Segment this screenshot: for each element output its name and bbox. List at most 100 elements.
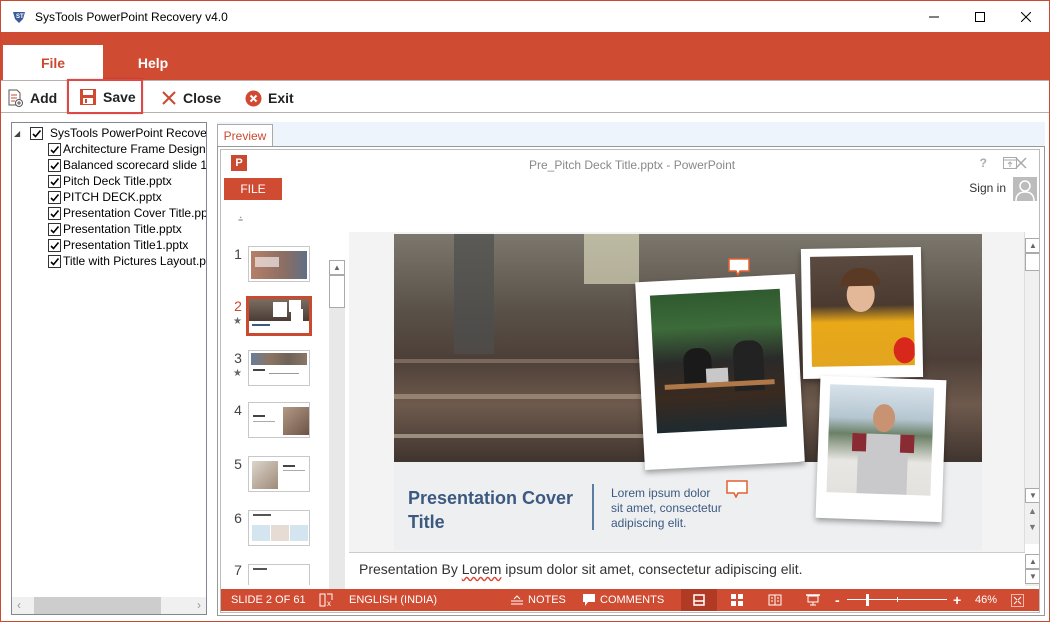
zoom-level[interactable]: 46%	[975, 589, 997, 611]
slideshow-icon	[806, 594, 820, 606]
thumbnail-scrollbar[interactable]: ▲ ▼	[329, 260, 345, 610]
ppt-file-button[interactable]: FILE	[224, 178, 282, 200]
slide-thumbnail-4[interactable]	[248, 402, 310, 438]
slide-sorter-icon	[731, 594, 743, 606]
comments-button[interactable]: COMMENTS	[583, 589, 664, 611]
slide-body-line: sit amet, consectetur	[611, 501, 722, 515]
slide-thumbnail-3[interactable]	[248, 350, 310, 386]
slide-title: Presentation Cover Title	[408, 486, 573, 534]
slide-thumbnail-2[interactable]	[246, 296, 312, 336]
minimize-icon	[929, 16, 939, 17]
language-indicator[interactable]: ENGLISH (INDIA)	[349, 589, 437, 611]
add-button[interactable]: Add	[6, 83, 57, 113]
slide-sorter-button[interactable]	[719, 589, 755, 611]
tree-item-checkbox[interactable]	[48, 190, 61, 204]
comments-icon	[583, 594, 595, 606]
tree-item[interactable]: Pitch Deck Title.pptx	[48, 173, 172, 189]
normal-view-button[interactable]	[681, 589, 717, 611]
tree-item-checkbox[interactable]	[48, 158, 61, 172]
scrollbar-thumb[interactable]	[329, 275, 345, 308]
tree-item[interactable]: Presentation Title1.pptx	[48, 237, 188, 253]
help-icon[interactable]: ?	[980, 156, 987, 170]
slide-thumbnail-7[interactable]	[248, 564, 310, 585]
reading-view-button[interactable]	[757, 589, 793, 611]
tree-item[interactable]: Balanced scorecard slide 1.	[48, 157, 206, 173]
close-file-button[interactable]: Close	[161, 83, 221, 113]
tree-horizontal-scrollbar[interactable]: ‹ ›	[12, 597, 206, 614]
tree-root-checkbox[interactable]	[30, 126, 43, 140]
exit-button[interactable]: Exit	[245, 83, 294, 113]
tree-item-checkbox[interactable]	[48, 254, 61, 268]
scroll-up-icon[interactable]: ▲	[329, 260, 345, 275]
current-slide[interactable]: Presentation Cover Title Lorem ipsum dol…	[394, 234, 982, 550]
scroll-down-icon[interactable]: ▼	[1025, 569, 1039, 584]
slide-scrollbar[interactable]: ▲ ▼ ▲ ▼	[1025, 238, 1039, 544]
menu-tab-file[interactable]: File	[3, 45, 103, 80]
scroll-up-icon[interactable]: ▲	[1025, 554, 1039, 569]
notes-scrollbar[interactable]: ▲ ▼	[1025, 554, 1039, 586]
close-icon	[1021, 11, 1031, 22]
sign-in-link[interactable]: Sign in	[969, 181, 1006, 195]
svg-text:ST: ST	[16, 14, 24, 20]
woman-photo	[810, 255, 915, 367]
user-avatar-icon[interactable]	[1013, 177, 1037, 201]
comment-marker-icon[interactable]	[726, 480, 748, 498]
speaker-notes[interactable]: Presentation By Lorem ipsum dolor sit am…	[349, 552, 1025, 585]
tree-item[interactable]: Architecture Frame Design.	[48, 141, 206, 157]
tree-root[interactable]: ◢ SysTools PowerPoint Recovery	[14, 125, 206, 141]
tree-item-checkbox[interactable]	[48, 206, 61, 220]
scroll-up-icon[interactable]: ▲	[1025, 238, 1039, 253]
menu-tab-help[interactable]: Help	[103, 45, 203, 80]
app-logo-icon: ST	[13, 11, 25, 23]
slideshow-button[interactable]	[795, 589, 831, 611]
window-title: SysTools PowerPoint Recovery v4.0	[35, 9, 228, 24]
ppt-close-icon[interactable]	[1015, 157, 1040, 169]
comment-marker-icon[interactable]	[728, 258, 750, 276]
notes-button[interactable]: NOTES	[511, 589, 566, 611]
tree-item[interactable]: PITCH DECK.pptx	[48, 189, 162, 205]
fit-to-window-button[interactable]	[1011, 589, 1024, 611]
thumb-number: 4	[234, 402, 242, 418]
preview-pane: Preview P Pre_Pitch Deck Title.pptx - Po…	[217, 122, 1045, 616]
thumb-number: 3	[234, 350, 242, 366]
thumb-number: 6	[234, 510, 242, 526]
quick-access-customize-icon[interactable]: ⩮	[238, 214, 243, 225]
save-label: Save	[103, 88, 136, 105]
previous-slide-icon[interactable]: ▲	[1028, 506, 1037, 516]
tree-item-checkbox[interactable]	[48, 238, 61, 252]
spellcheck-icon[interactable]: x	[319, 593, 335, 607]
save-button[interactable]: Save	[67, 79, 143, 114]
scroll-down-icon[interactable]: ▼	[1025, 488, 1039, 503]
add-label: Add	[30, 90, 58, 106]
tree-item-checkbox[interactable]	[48, 222, 61, 236]
zoom-out-button[interactable]: -	[835, 589, 840, 611]
tree-item-label: Presentation Title.pptx	[63, 222, 182, 236]
tree-item[interactable]: Presentation Title.pptx	[48, 221, 182, 237]
svg-text:x: x	[327, 599, 331, 607]
zoom-in-button[interactable]: +	[953, 589, 961, 611]
slide-thumbnail-6[interactable]	[248, 510, 310, 546]
minimize-button[interactable]	[911, 1, 957, 32]
checkmark-icon	[50, 161, 60, 170]
close-window-button[interactable]	[1003, 1, 1049, 32]
next-slide-icon[interactable]: ▼	[1028, 522, 1037, 532]
maximize-button[interactable]	[957, 1, 1003, 32]
tab-preview[interactable]: Preview	[217, 124, 273, 146]
scroll-left-icon[interactable]: ‹	[17, 598, 21, 612]
slide-thumbnail-1[interactable]	[248, 246, 310, 282]
tree-item[interactable]: Title with Pictures Layout.p	[48, 253, 206, 269]
zoom-slider-thumb[interactable]	[866, 594, 869, 606]
tree-item-checkbox[interactable]	[48, 142, 61, 156]
zoom-center-tick	[897, 597, 898, 602]
polaroid-photo-cafe	[635, 273, 805, 471]
scrollbar-thumb[interactable]	[34, 597, 161, 614]
scrollbar-thumb[interactable]	[1025, 253, 1039, 271]
scroll-right-icon[interactable]: ›	[197, 598, 201, 612]
tree-item-checkbox[interactable]	[48, 174, 61, 188]
expand-triangle-icon[interactable]: ◢	[14, 129, 24, 138]
tree-item[interactable]: Presentation Cover Title.pp	[48, 205, 206, 221]
checkmark-icon	[50, 225, 60, 234]
slide-thumbnail-5[interactable]	[248, 456, 310, 492]
menu-bar: File Help	[1, 32, 1049, 80]
checkmark-icon	[50, 193, 60, 202]
